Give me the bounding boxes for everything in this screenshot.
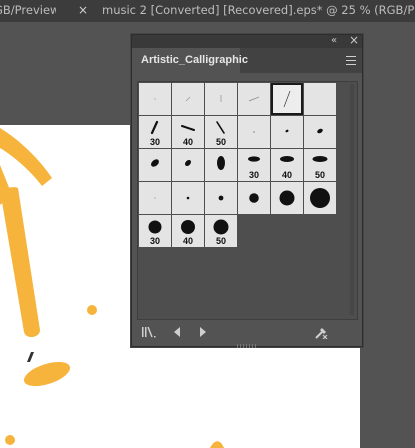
brush-swatch[interactable] bbox=[271, 83, 303, 115]
brush-size-label: 40 bbox=[182, 137, 193, 147]
brush-libraries-icon[interactable] bbox=[141, 326, 159, 338]
brush-swatch[interactable] bbox=[139, 83, 171, 115]
brush-swatch[interactable]: 50 bbox=[205, 215, 237, 247]
brush-swatch[interactable]: 30 bbox=[139, 116, 171, 148]
brush-swatch[interactable] bbox=[304, 83, 336, 115]
collapse-icon[interactable]: « bbox=[331, 34, 337, 47]
brush-preview-icon bbox=[310, 188, 330, 208]
brush-preview-icon bbox=[154, 98, 156, 100]
brush-swatch[interactable] bbox=[172, 149, 204, 181]
brush-library-panel: « × Artistic_Calligraphic 30 40 50 30 40 50 30… bbox=[131, 34, 363, 348]
brush-preview-icon bbox=[184, 159, 192, 167]
next-library-icon[interactable] bbox=[198, 326, 208, 338]
brush-preview-icon bbox=[253, 131, 255, 133]
brush-preview-icon bbox=[217, 156, 225, 170]
brush-preview-icon bbox=[283, 90, 291, 108]
brush-preview-icon bbox=[186, 196, 190, 200]
previous-library-icon[interactable] bbox=[172, 326, 182, 338]
brush-preview-icon bbox=[285, 129, 289, 133]
brush-preview-icon bbox=[279, 190, 295, 206]
panel-menu-icon[interactable] bbox=[346, 56, 356, 65]
brush-size-label: 40 bbox=[281, 170, 292, 180]
brush-grid-container: 30 40 50 30 40 50 30 40 50 bbox=[137, 81, 358, 320]
brush-grid: 30 40 50 30 40 50 30 40 50 bbox=[139, 83, 339, 247]
brush-preview-icon bbox=[317, 128, 323, 134]
brush-preview-icon bbox=[218, 195, 224, 201]
remove-brush-stroke-icon[interactable] bbox=[314, 326, 328, 339]
close-panel-icon[interactable]: × bbox=[349, 34, 359, 47]
brush-preview-icon bbox=[151, 159, 159, 167]
brush-swatch[interactable] bbox=[205, 182, 237, 214]
brush-swatch[interactable] bbox=[205, 149, 237, 181]
brush-size-label: 50 bbox=[215, 137, 226, 147]
panel-tab-bar: Artistic_Calligraphic bbox=[132, 48, 362, 73]
brush-swatch[interactable] bbox=[304, 182, 336, 214]
brush-swatch[interactable]: 50 bbox=[304, 149, 336, 181]
brush-swatch[interactable] bbox=[172, 182, 204, 214]
brush-swatch[interactable]: 30 bbox=[238, 149, 270, 181]
brush-swatch[interactable] bbox=[238, 116, 270, 148]
brush-preview-icon bbox=[248, 96, 260, 102]
brush-swatch[interactable]: 50 bbox=[205, 116, 237, 148]
brush-swatch[interactable]: 40 bbox=[172, 116, 204, 148]
brush-preview-icon bbox=[249, 193, 259, 203]
brush-size-label: 40 bbox=[182, 236, 193, 246]
brush-swatch[interactable]: 40 bbox=[172, 215, 204, 247]
brush-size-label: 30 bbox=[248, 170, 259, 180]
brush-swatch[interactable] bbox=[238, 83, 270, 115]
scrollbar[interactable] bbox=[349, 84, 355, 315]
brush-size-label: 30 bbox=[149, 137, 160, 147]
brush-swatch[interactable] bbox=[172, 83, 204, 115]
brush-preview-icon bbox=[220, 95, 222, 102]
resize-grip[interactable] bbox=[237, 344, 257, 348]
panel-title-bar[interactable]: « × bbox=[132, 34, 362, 48]
brush-preview-icon bbox=[154, 197, 156, 199]
brush-swatch[interactable] bbox=[139, 182, 171, 214]
brush-swatch[interactable] bbox=[139, 149, 171, 181]
brush-swatch[interactable]: 40 bbox=[271, 149, 303, 181]
brush-size-label: 50 bbox=[314, 170, 325, 180]
panel-footer bbox=[132, 318, 362, 348]
brush-preview-icon bbox=[304, 83, 336, 115]
brush-swatch[interactable]: 30 bbox=[139, 215, 171, 247]
brush-swatch[interactable] bbox=[304, 116, 336, 148]
brush-swatch[interactable] bbox=[271, 116, 303, 148]
brush-swatch[interactable] bbox=[271, 182, 303, 214]
brush-size-label: 30 bbox=[149, 236, 160, 246]
pen-tool-cursor bbox=[27, 352, 34, 362]
brush-swatch[interactable] bbox=[205, 83, 237, 115]
brush-size-label: 50 bbox=[215, 236, 226, 246]
brush-preview-icon bbox=[185, 96, 191, 102]
brush-swatch[interactable] bbox=[238, 182, 270, 214]
tab-artistic-calligraphic[interactable]: Artistic_Calligraphic bbox=[132, 48, 248, 73]
